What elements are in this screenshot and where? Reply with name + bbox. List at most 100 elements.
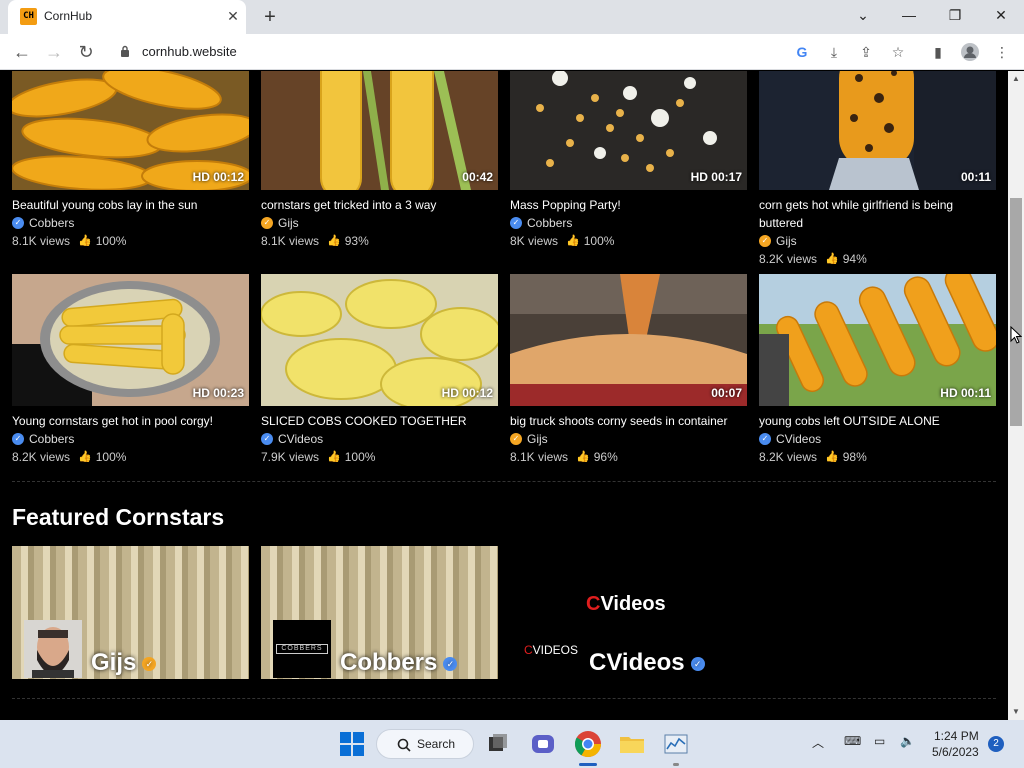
taskbar-search[interactable]: Search — [376, 729, 474, 759]
cornstar-name: CVideos — [589, 649, 685, 676]
channel-link[interactable]: ✓ Cobbers — [12, 214, 249, 232]
video-card[interactable]: HD 00:12 Beautiful young cobs lay in the… — [12, 71, 249, 250]
section-divider — [12, 698, 996, 699]
cvideos-banner-logo: CVideos — [586, 593, 666, 616]
windows-start-icon[interactable] — [336, 728, 368, 760]
windows-taskbar: Search ︿ ⌨ ▭ 🔈 1:24 PM 5/6/2023 2 — [0, 720, 1024, 768]
search-label: Search — [417, 737, 456, 751]
verified-badge-icon: ✓ — [142, 656, 157, 671]
keyboard-icon[interactable]: ⌨ — [844, 734, 861, 748]
cornstar-name-row: Gijs ✓ — [91, 649, 157, 677]
channel-name: Gijs — [278, 216, 299, 230]
tab-cornhub[interactable]: CH CornHub ✕ — [8, 0, 246, 34]
video-thumbnail[interactable]: HD 00:12 — [12, 71, 249, 190]
video-thumbnail[interactable]: HD 00:23 — [12, 274, 249, 406]
rating-percent: 94% — [842, 252, 867, 266]
video-title[interactable]: cornstars get tricked into a 3 way — [261, 196, 498, 214]
scroll-down-arrow-icon[interactable]: ▼ — [1008, 704, 1024, 720]
channel-link[interactable]: ✓ CVideos — [261, 430, 498, 448]
video-card[interactable]: HD 00:23 Young cornstars get hot in pool… — [12, 274, 249, 466]
video-duration: HD 00:12 — [192, 170, 244, 184]
cornstar-card-gijs[interactable]: Gijs ✓ — [12, 546, 249, 679]
video-stats: 8.2K views 👍 98% — [759, 448, 996, 466]
notification-badge[interactable]: 2 — [988, 736, 1004, 752]
profile-avatar-icon[interactable] — [958, 40, 982, 64]
install-app-icon[interactable]: ⤓ — [822, 40, 846, 64]
channel-name: Cobbers — [29, 216, 75, 230]
verified-badge-icon: ✓ — [759, 433, 771, 445]
kebab-menu-icon[interactable]: ⋮ — [990, 40, 1014, 64]
verified-badge-icon: ✓ — [510, 217, 522, 229]
side-panel-icon[interactable]: ▮ — [926, 40, 950, 64]
teams-chat-icon[interactable] — [527, 728, 559, 760]
cornstar-card-cvideos[interactable]: CVideos CVIDEOS CVideos ✓ — [510, 546, 747, 679]
tray-overflow-chevron-icon[interactable]: ︿ — [812, 734, 824, 751]
video-thumbnail[interactable]: 00:42 — [261, 71, 498, 190]
video-thumbnail[interactable]: 00:07 — [510, 274, 747, 406]
back-arrow-icon[interactable]: ← — [8, 38, 36, 66]
scroll-up-arrow-icon[interactable]: ▲ — [1008, 71, 1024, 87]
scrollbar-thumb[interactable] — [1010, 198, 1022, 426]
video-thumbnail[interactable]: HD 00:17 — [510, 71, 747, 190]
video-duration: HD 00:23 — [192, 386, 244, 400]
forward-arrow-icon[interactable]: → — [40, 38, 68, 66]
channel-link[interactable]: ✓ Gijs — [261, 214, 498, 232]
tab-close-icon[interactable]: ✕ — [224, 7, 242, 25]
chrome-icon[interactable] — [572, 728, 604, 760]
new-tab-plus-icon[interactable]: + — [258, 5, 282, 29]
video-title[interactable]: Mass Popping Party! — [510, 196, 747, 214]
reload-icon[interactable]: ↻ — [72, 38, 100, 66]
cornstar-card-cobbers[interactable]: COBBERS Cobbers ✓ — [261, 546, 498, 679]
thumbs-up-icon: 👍 — [78, 235, 92, 247]
video-card[interactable]: HD 00:17 Mass Popping Party! ✓ Cobbers 8K… — [510, 71, 747, 250]
clock-time[interactable]: 1:24 PM — [934, 729, 979, 743]
verified-badge-icon: ✓ — [261, 433, 273, 445]
video-card[interactable]: 00:42 cornstars get tricked into a 3 way… — [261, 71, 498, 250]
avatar — [24, 620, 82, 678]
channel-link[interactable]: ✓ Cobbers — [12, 430, 249, 448]
video-card[interactable]: 00:11 corn gets hot while girlfriend is … — [759, 71, 996, 268]
video-thumbnail[interactable]: HD 00:11 — [759, 274, 996, 406]
google-lens-icon[interactable]: G — [790, 40, 814, 64]
tab-search-chevron-icon[interactable]: ⌄ — [840, 0, 886, 30]
video-thumbnail[interactable]: 00:11 — [759, 71, 996, 190]
logo-c: C — [586, 593, 601, 615]
minimize-icon[interactable]: — — [886, 0, 932, 30]
page-scrollbar[interactable]: ▲ ▼ — [1008, 71, 1024, 720]
network-icon[interactable]: ▭ — [874, 734, 885, 748]
video-title[interactable]: Beautiful young cobs lay in the sun — [12, 196, 249, 214]
volume-icon[interactable]: 🔈 — [900, 734, 915, 748]
video-stats: 8.2K views 👍 94% — [759, 250, 996, 268]
restore-icon[interactable]: ❐ — [932, 0, 978, 30]
video-title[interactable]: big truck shoots corny seeds in containe… — [510, 412, 747, 430]
video-title[interactable]: corn gets hot while girlfriend is being … — [759, 196, 996, 232]
channel-link[interactable]: ✓ Gijs — [759, 232, 996, 250]
tab-strip: CH CornHub ✕ + ⌄ — ❐ ✕ — [0, 0, 1024, 34]
video-card[interactable]: HD 00:12 SLICED COBS COOKED TOGETHER ✓ CV… — [261, 274, 498, 466]
video-stats: 7.9K views 👍 100% — [261, 448, 498, 466]
share-icon[interactable]: ⇪ — [854, 40, 878, 64]
window-close-icon[interactable]: ✕ — [978, 0, 1024, 30]
clock-date[interactable]: 5/6/2023 — [932, 745, 979, 759]
verified-badge-icon: ✓ — [261, 217, 273, 229]
task-view-icon[interactable] — [482, 728, 514, 760]
file-explorer-icon[interactable] — [616, 728, 648, 760]
video-stats: 8.1K views 👍 96% — [510, 448, 747, 466]
video-card[interactable]: HD 00:11 young cobs left OUTSIDE ALONE ✓… — [759, 274, 996, 466]
view-count: 8.2K views — [759, 252, 818, 266]
view-count: 8.2K views — [12, 450, 71, 464]
channel-link[interactable]: ✓ CVideos — [759, 430, 996, 448]
video-title[interactable]: SLICED COBS COOKED TOGETHER — [261, 412, 498, 430]
video-thumbnail[interactable]: HD 00:12 — [261, 274, 498, 406]
channel-link[interactable]: ✓ Cobbers — [510, 214, 747, 232]
video-title[interactable]: Young cornstars get hot in pool corgy! — [12, 412, 249, 430]
video-title[interactable]: young cobs left OUTSIDE ALONE — [759, 412, 996, 430]
bookmark-star-icon[interactable]: ☆ — [886, 40, 910, 64]
verified-badge-icon: ✓ — [690, 656, 705, 671]
cornstar-name-row: Cobbers ✓ — [340, 649, 458, 677]
channel-link[interactable]: ✓ Gijs — [510, 430, 747, 448]
search-icon — [397, 738, 411, 752]
video-card[interactable]: 00:07 big truck shoots corny seeds in co… — [510, 274, 747, 466]
task-manager-icon[interactable] — [660, 728, 692, 760]
rating-percent: 100% — [344, 450, 376, 464]
